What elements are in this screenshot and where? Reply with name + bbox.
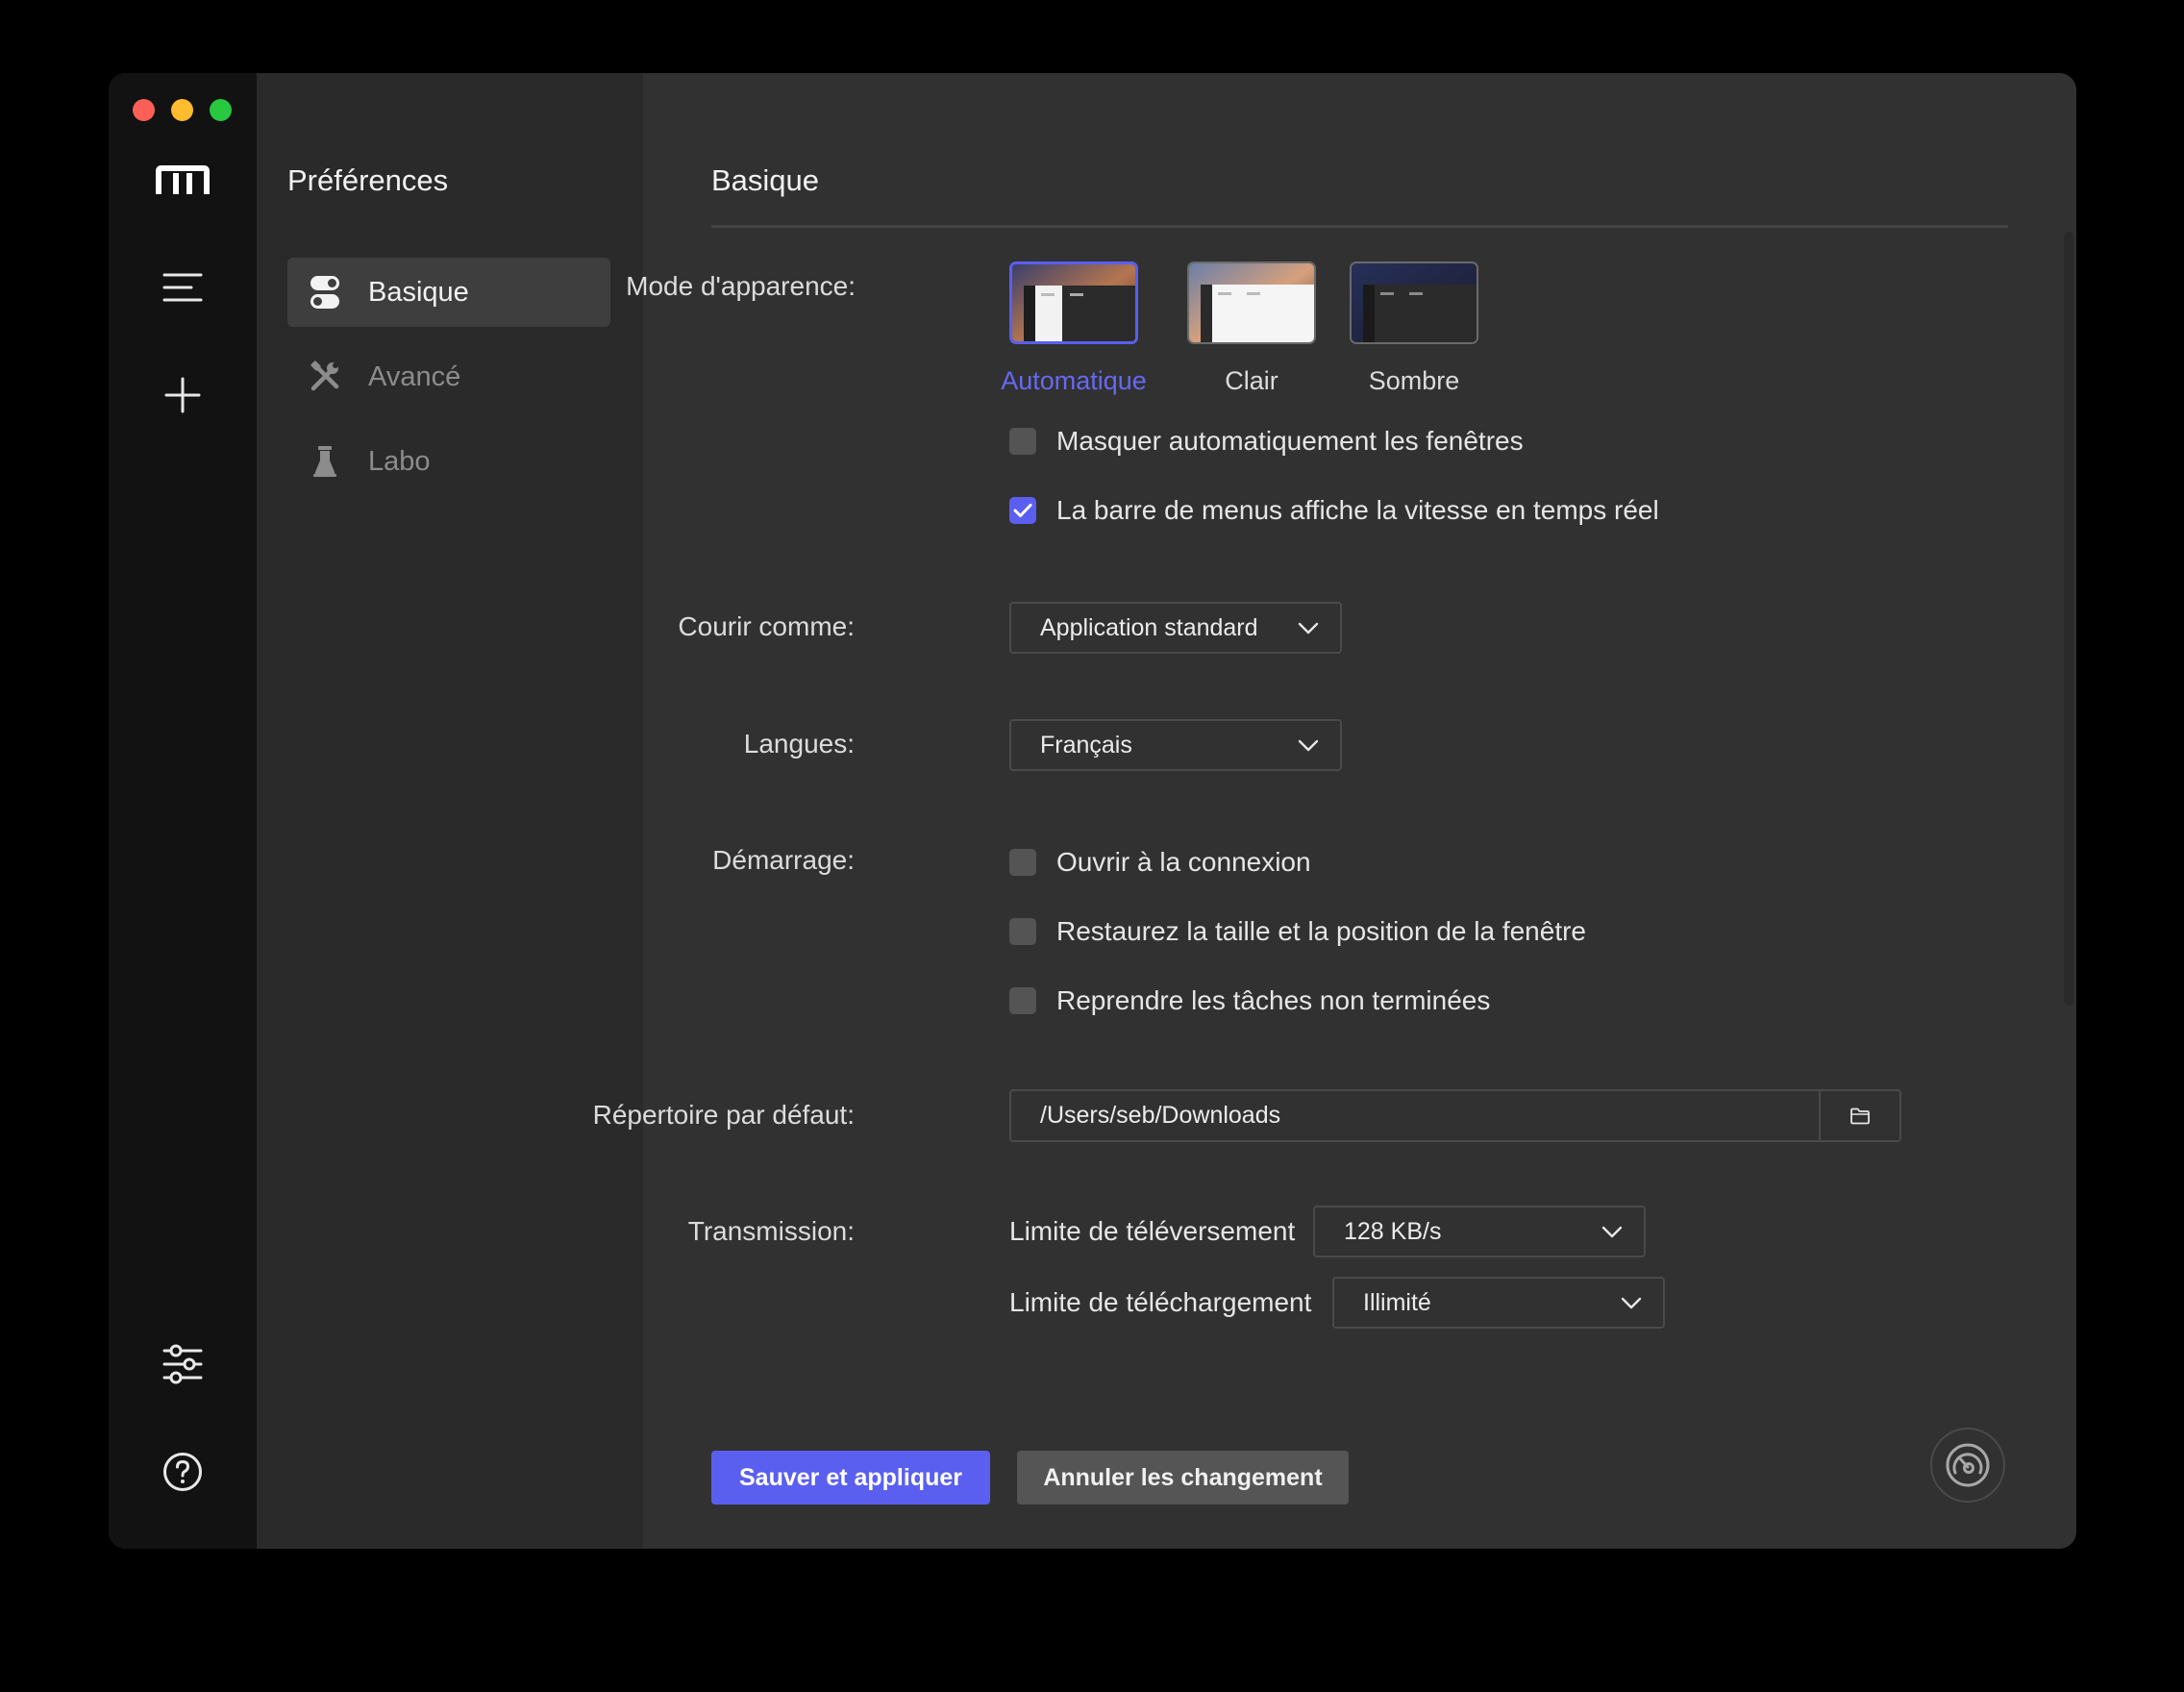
resume-tasks-option[interactable]: Reprendre les tâches non terminées: [1009, 985, 1490, 1016]
run-as-value: Application standard: [1040, 613, 1258, 641]
language-value: Français: [1040, 731, 1132, 759]
preferences-sidebar: Préférences Basique Avancé Labo: [257, 73, 643, 1549]
speedometer-icon: [1946, 1443, 1990, 1487]
auto-hide-checkbox[interactable]: [1009, 428, 1036, 455]
help-icon[interactable]: [154, 1443, 211, 1501]
download-limit-label: Limite de téléchargement: [1009, 1287, 1312, 1317]
preferences-content: Basique Mode d'apparence: Automatique Cl…: [593, 73, 2076, 1549]
auto-hide-label: Masquer automatiquement les fenêtres: [1056, 426, 1524, 456]
download-dir-input[interactable]: [1009, 1089, 1819, 1142]
icon-rail: [109, 73, 257, 1549]
menubar-speed-option[interactable]: La barre de menus affiche la vitesse en …: [1009, 495, 1659, 526]
restore-window-checkbox[interactable]: [1009, 918, 1036, 945]
appearance-light-thumbnail[interactable]: [1187, 261, 1316, 344]
preferences-window: Préférences Basique Avancé Labo Basique …: [109, 73, 2076, 1549]
speed-limit-button[interactable]: [1930, 1428, 2005, 1503]
scrollbar[interactable]: [2064, 232, 2073, 1006]
resume-tasks-label: Reprendre les tâches non terminées: [1056, 985, 1491, 1015]
checkmark-icon: [1013, 504, 1032, 517]
logo-m-icon: [154, 152, 211, 210]
chevron-down-icon: [1621, 1297, 1642, 1309]
menu-icon[interactable]: [154, 259, 211, 316]
choose-folder-button[interactable]: [1819, 1089, 1901, 1142]
sidebar-item-avance[interactable]: Avancé: [287, 342, 610, 411]
transmission-label: Transmission:: [687, 1216, 855, 1246]
tools-icon: [309, 361, 341, 393]
minimize-window-button[interactable]: [171, 99, 193, 121]
appearance-dark-label[interactable]: Sombre: [1328, 366, 1501, 396]
maximize-window-button[interactable]: [210, 99, 232, 121]
restore-window-label: Restaurez la taille et la position de la…: [1056, 916, 1586, 946]
menubar-speed-checkbox[interactable]: [1009, 497, 1036, 524]
sliders-icon[interactable]: [154, 1335, 211, 1393]
upload-limit-value: 128 KB/s: [1344, 1217, 1442, 1245]
cancel-changes-button[interactable]: Annuler les changement: [1017, 1451, 1349, 1505]
run-as-label: Courir comme:: [678, 611, 855, 641]
appearance-auto-thumbnail[interactable]: [1009, 261, 1138, 344]
upload-limit-select[interactable]: 128 KB/s: [1313, 1206, 1646, 1257]
startup-label: Démarrage:: [712, 845, 855, 875]
restore-window-option[interactable]: Restaurez la taille et la position de la…: [1009, 916, 1586, 947]
language-select[interactable]: Français: [1009, 719, 1342, 771]
chevron-down-icon: [1298, 622, 1319, 634]
sidebar-item-basique[interactable]: Basique: [287, 258, 610, 327]
download-limit-value: Illimité: [1363, 1288, 1431, 1316]
language-label: Langues:: [743, 729, 855, 759]
sidebar-title: Préférences: [287, 163, 449, 197]
appearance-auto-label[interactable]: Automatique: [987, 366, 1160, 396]
save-apply-button[interactable]: Sauver et appliquer: [711, 1451, 990, 1505]
appearance-light-label[interactable]: Clair: [1165, 366, 1338, 396]
chevron-down-icon: [1601, 1226, 1623, 1238]
appearance-label: Mode d'apparence:: [626, 271, 856, 301]
auto-hide-option[interactable]: Masquer automatiquement les fenêtres: [1009, 426, 1524, 457]
sidebar-item-label: Avancé: [368, 361, 461, 392]
folder-icon: [1850, 1107, 1870, 1124]
sidebar-item-labo[interactable]: Labo: [287, 427, 610, 496]
upload-limit-label: Limite de téléversement: [1009, 1216, 1296, 1246]
page-title: Basique: [711, 163, 820, 197]
sidebar-item-label: Basique: [368, 276, 469, 308]
toggle-icon: [309, 276, 341, 309]
download-dir-label: Répertoire par défaut:: [592, 1100, 855, 1130]
close-window-button[interactable]: [133, 99, 155, 121]
run-as-select[interactable]: Application standard: [1009, 602, 1342, 654]
flask-icon: [309, 445, 341, 478]
sidebar-item-label: Labo: [368, 445, 431, 477]
download-limit-select[interactable]: Illimité: [1332, 1277, 1665, 1329]
open-at-login-option[interactable]: Ouvrir à la connexion: [1009, 847, 1311, 878]
plus-icon[interactable]: [154, 366, 211, 424]
chevron-down-icon: [1298, 739, 1319, 752]
appearance-dark-thumbnail[interactable]: [1350, 261, 1478, 344]
title-divider: [711, 225, 2008, 228]
resume-tasks-checkbox[interactable]: [1009, 987, 1036, 1014]
menubar-speed-label: La barre de menus affiche la vitesse en …: [1056, 495, 1659, 525]
open-at-login-checkbox[interactable]: [1009, 849, 1036, 876]
open-at-login-label: Ouvrir à la connexion: [1056, 847, 1311, 877]
